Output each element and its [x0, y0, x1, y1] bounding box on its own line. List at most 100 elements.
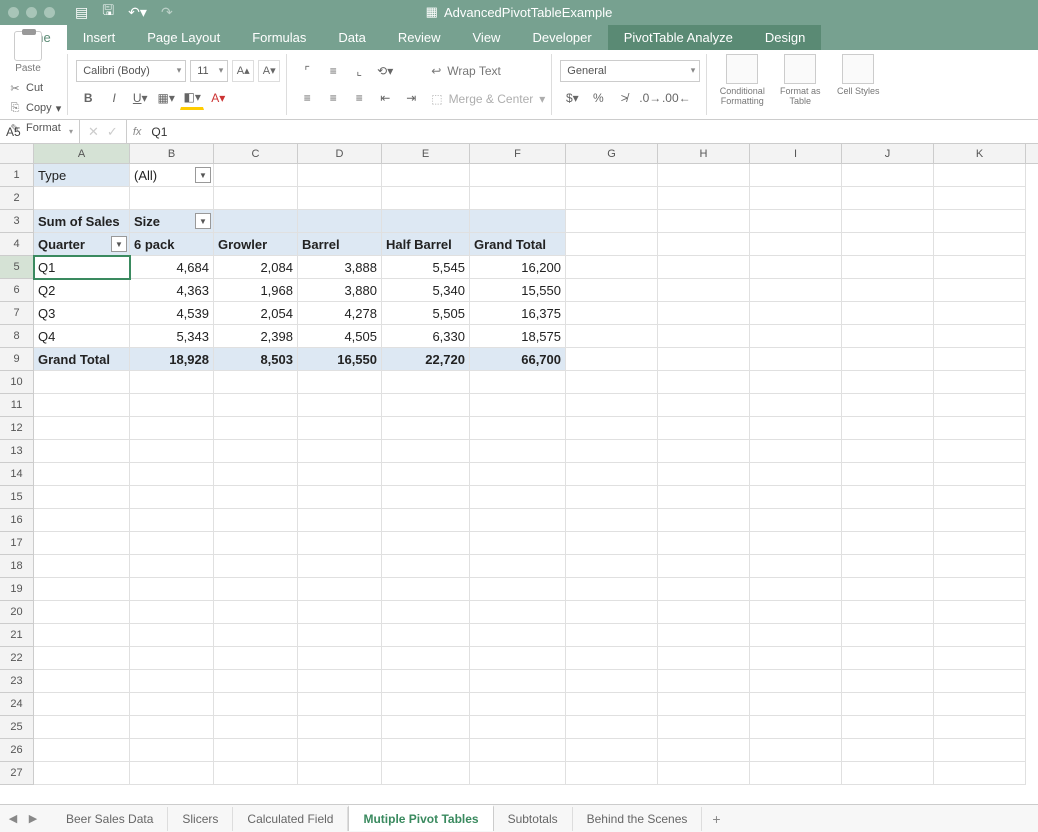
font-color-button[interactable]: A▾	[206, 86, 230, 110]
col-header-K[interactable]: K	[934, 144, 1026, 163]
cell[interactable]	[934, 325, 1026, 348]
cell[interactable]	[934, 578, 1026, 601]
cell[interactable]	[298, 463, 382, 486]
cell[interactable]	[842, 486, 934, 509]
tab-design[interactable]: Design	[749, 25, 821, 50]
cell[interactable]	[934, 164, 1026, 187]
cell[interactable]	[934, 762, 1026, 785]
col-header-E[interactable]: E	[382, 144, 470, 163]
row-header-22[interactable]: 22	[0, 647, 34, 670]
cell[interactable]	[842, 256, 934, 279]
cell[interactable]	[214, 440, 298, 463]
cell[interactable]	[566, 325, 658, 348]
cell[interactable]	[934, 256, 1026, 279]
row-header-9[interactable]: 9	[0, 348, 34, 371]
spreadsheet-grid[interactable]: A B C D E F G H I J K 1Type(All)▼23Sum o…	[0, 144, 1038, 785]
cell[interactable]	[34, 716, 130, 739]
cell[interactable]	[658, 233, 750, 256]
cell[interactable]	[298, 578, 382, 601]
cell[interactable]	[34, 578, 130, 601]
cell[interactable]	[470, 670, 566, 693]
cell[interactable]	[470, 394, 566, 417]
sheet-tab[interactable]: Calculated Field	[233, 807, 348, 831]
cell[interactable]	[658, 348, 750, 371]
cell[interactable]	[658, 647, 750, 670]
cell[interactable]	[130, 555, 214, 578]
cell[interactable]: 16,200	[470, 256, 566, 279]
cell[interactable]	[214, 670, 298, 693]
cell[interactable]	[566, 394, 658, 417]
cell[interactable]: 8,503	[214, 348, 298, 371]
cell[interactable]	[750, 394, 842, 417]
add-sheet-button[interactable]: +	[702, 807, 730, 831]
cell[interactable]	[214, 463, 298, 486]
cell[interactable]	[470, 739, 566, 762]
cell[interactable]	[842, 417, 934, 440]
cell[interactable]: 6,330	[382, 325, 470, 348]
col-header-A[interactable]: A	[34, 144, 130, 163]
align-middle-button[interactable]: ≡	[321, 59, 345, 83]
cell[interactable]	[382, 647, 470, 670]
cell[interactable]	[214, 509, 298, 532]
cell[interactable]	[382, 624, 470, 647]
cell[interactable]	[382, 417, 470, 440]
sheet-tab[interactable]: Subtotals	[494, 807, 573, 831]
cell[interactable]	[382, 670, 470, 693]
cell[interactable]	[934, 233, 1026, 256]
cell[interactable]	[130, 647, 214, 670]
cell[interactable]	[130, 532, 214, 555]
cell[interactable]	[382, 716, 470, 739]
cell[interactable]: 3,880	[298, 279, 382, 302]
cell[interactable]: Half Barrel	[382, 233, 470, 256]
cell[interactable]	[842, 716, 934, 739]
cell[interactable]	[934, 210, 1026, 233]
cell[interactable]	[658, 716, 750, 739]
cell[interactable]	[934, 716, 1026, 739]
cell[interactable]	[842, 463, 934, 486]
cell[interactable]	[130, 693, 214, 716]
cell[interactable]	[298, 762, 382, 785]
decrease-font-button[interactable]: A▾	[258, 60, 280, 82]
cell[interactable]	[750, 716, 842, 739]
decrease-decimal-button[interactable]: .00←	[664, 86, 688, 110]
cell[interactable]	[214, 417, 298, 440]
percent-button[interactable]: %	[586, 86, 610, 110]
cell[interactable]	[842, 210, 934, 233]
row-header-25[interactable]: 25	[0, 716, 34, 739]
cell[interactable]	[566, 532, 658, 555]
cell[interactable]	[658, 440, 750, 463]
row-header-16[interactable]: 16	[0, 509, 34, 532]
cell[interactable]	[842, 187, 934, 210]
row-header-24[interactable]: 24	[0, 693, 34, 716]
save-icon[interactable]: ▤	[75, 4, 88, 21]
cell[interactable]	[566, 555, 658, 578]
cell[interactable]	[130, 463, 214, 486]
filter-dropdown-icon[interactable]: ▼	[195, 213, 211, 229]
cell[interactable]	[566, 601, 658, 624]
cell[interactable]	[934, 624, 1026, 647]
row-header-20[interactable]: 20	[0, 601, 34, 624]
cell[interactable]	[130, 601, 214, 624]
formula-input[interactable]: Q1	[147, 125, 1038, 139]
row-header-12[interactable]: 12	[0, 417, 34, 440]
cell[interactable]	[34, 693, 130, 716]
cell[interactable]	[382, 509, 470, 532]
cell[interactable]	[566, 463, 658, 486]
cell[interactable]	[750, 555, 842, 578]
cell[interactable]	[658, 371, 750, 394]
cell[interactable]	[34, 509, 130, 532]
cell[interactable]	[130, 187, 214, 210]
cell[interactable]	[658, 693, 750, 716]
cell[interactable]: 2,398	[214, 325, 298, 348]
cell[interactable]	[214, 187, 298, 210]
cell[interactable]	[470, 624, 566, 647]
cell[interactable]	[34, 371, 130, 394]
cell[interactable]	[842, 325, 934, 348]
cell[interactable]	[566, 693, 658, 716]
cell[interactable]	[566, 624, 658, 647]
increase-indent-button[interactable]: ⇥	[399, 86, 423, 110]
cell[interactable]	[470, 210, 566, 233]
underline-button[interactable]: U▾	[128, 86, 152, 110]
cell[interactable]: Grand Total	[470, 233, 566, 256]
cell[interactable]	[658, 578, 750, 601]
